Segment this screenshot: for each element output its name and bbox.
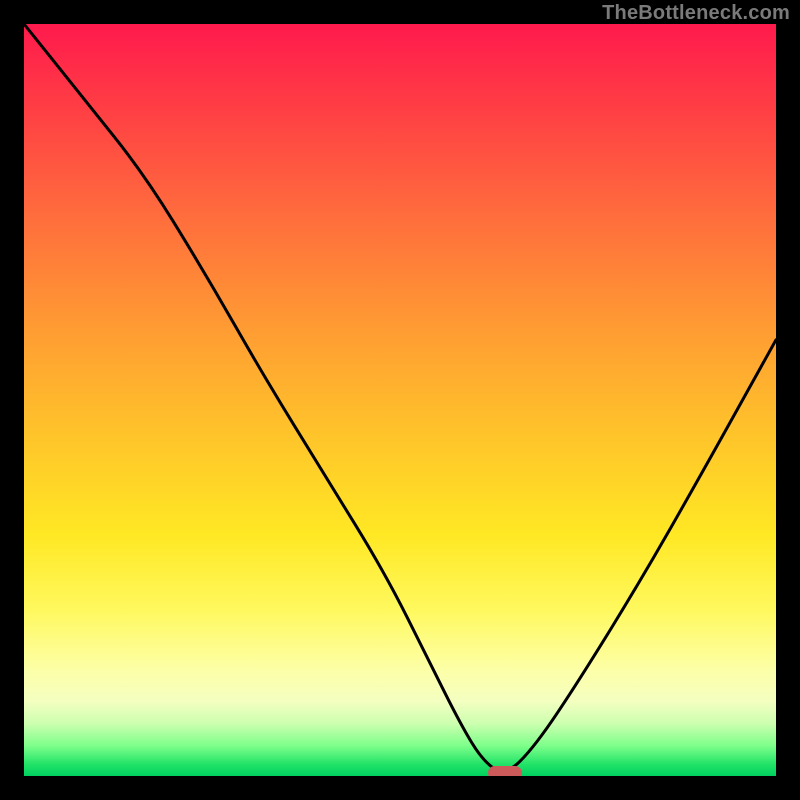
watermark-text: TheBottleneck.com xyxy=(602,2,790,25)
plot-area xyxy=(24,24,776,776)
chart-frame: TheBottleneck.com xyxy=(0,0,800,800)
bottleneck-curve xyxy=(24,24,776,776)
optimal-marker xyxy=(488,766,522,776)
